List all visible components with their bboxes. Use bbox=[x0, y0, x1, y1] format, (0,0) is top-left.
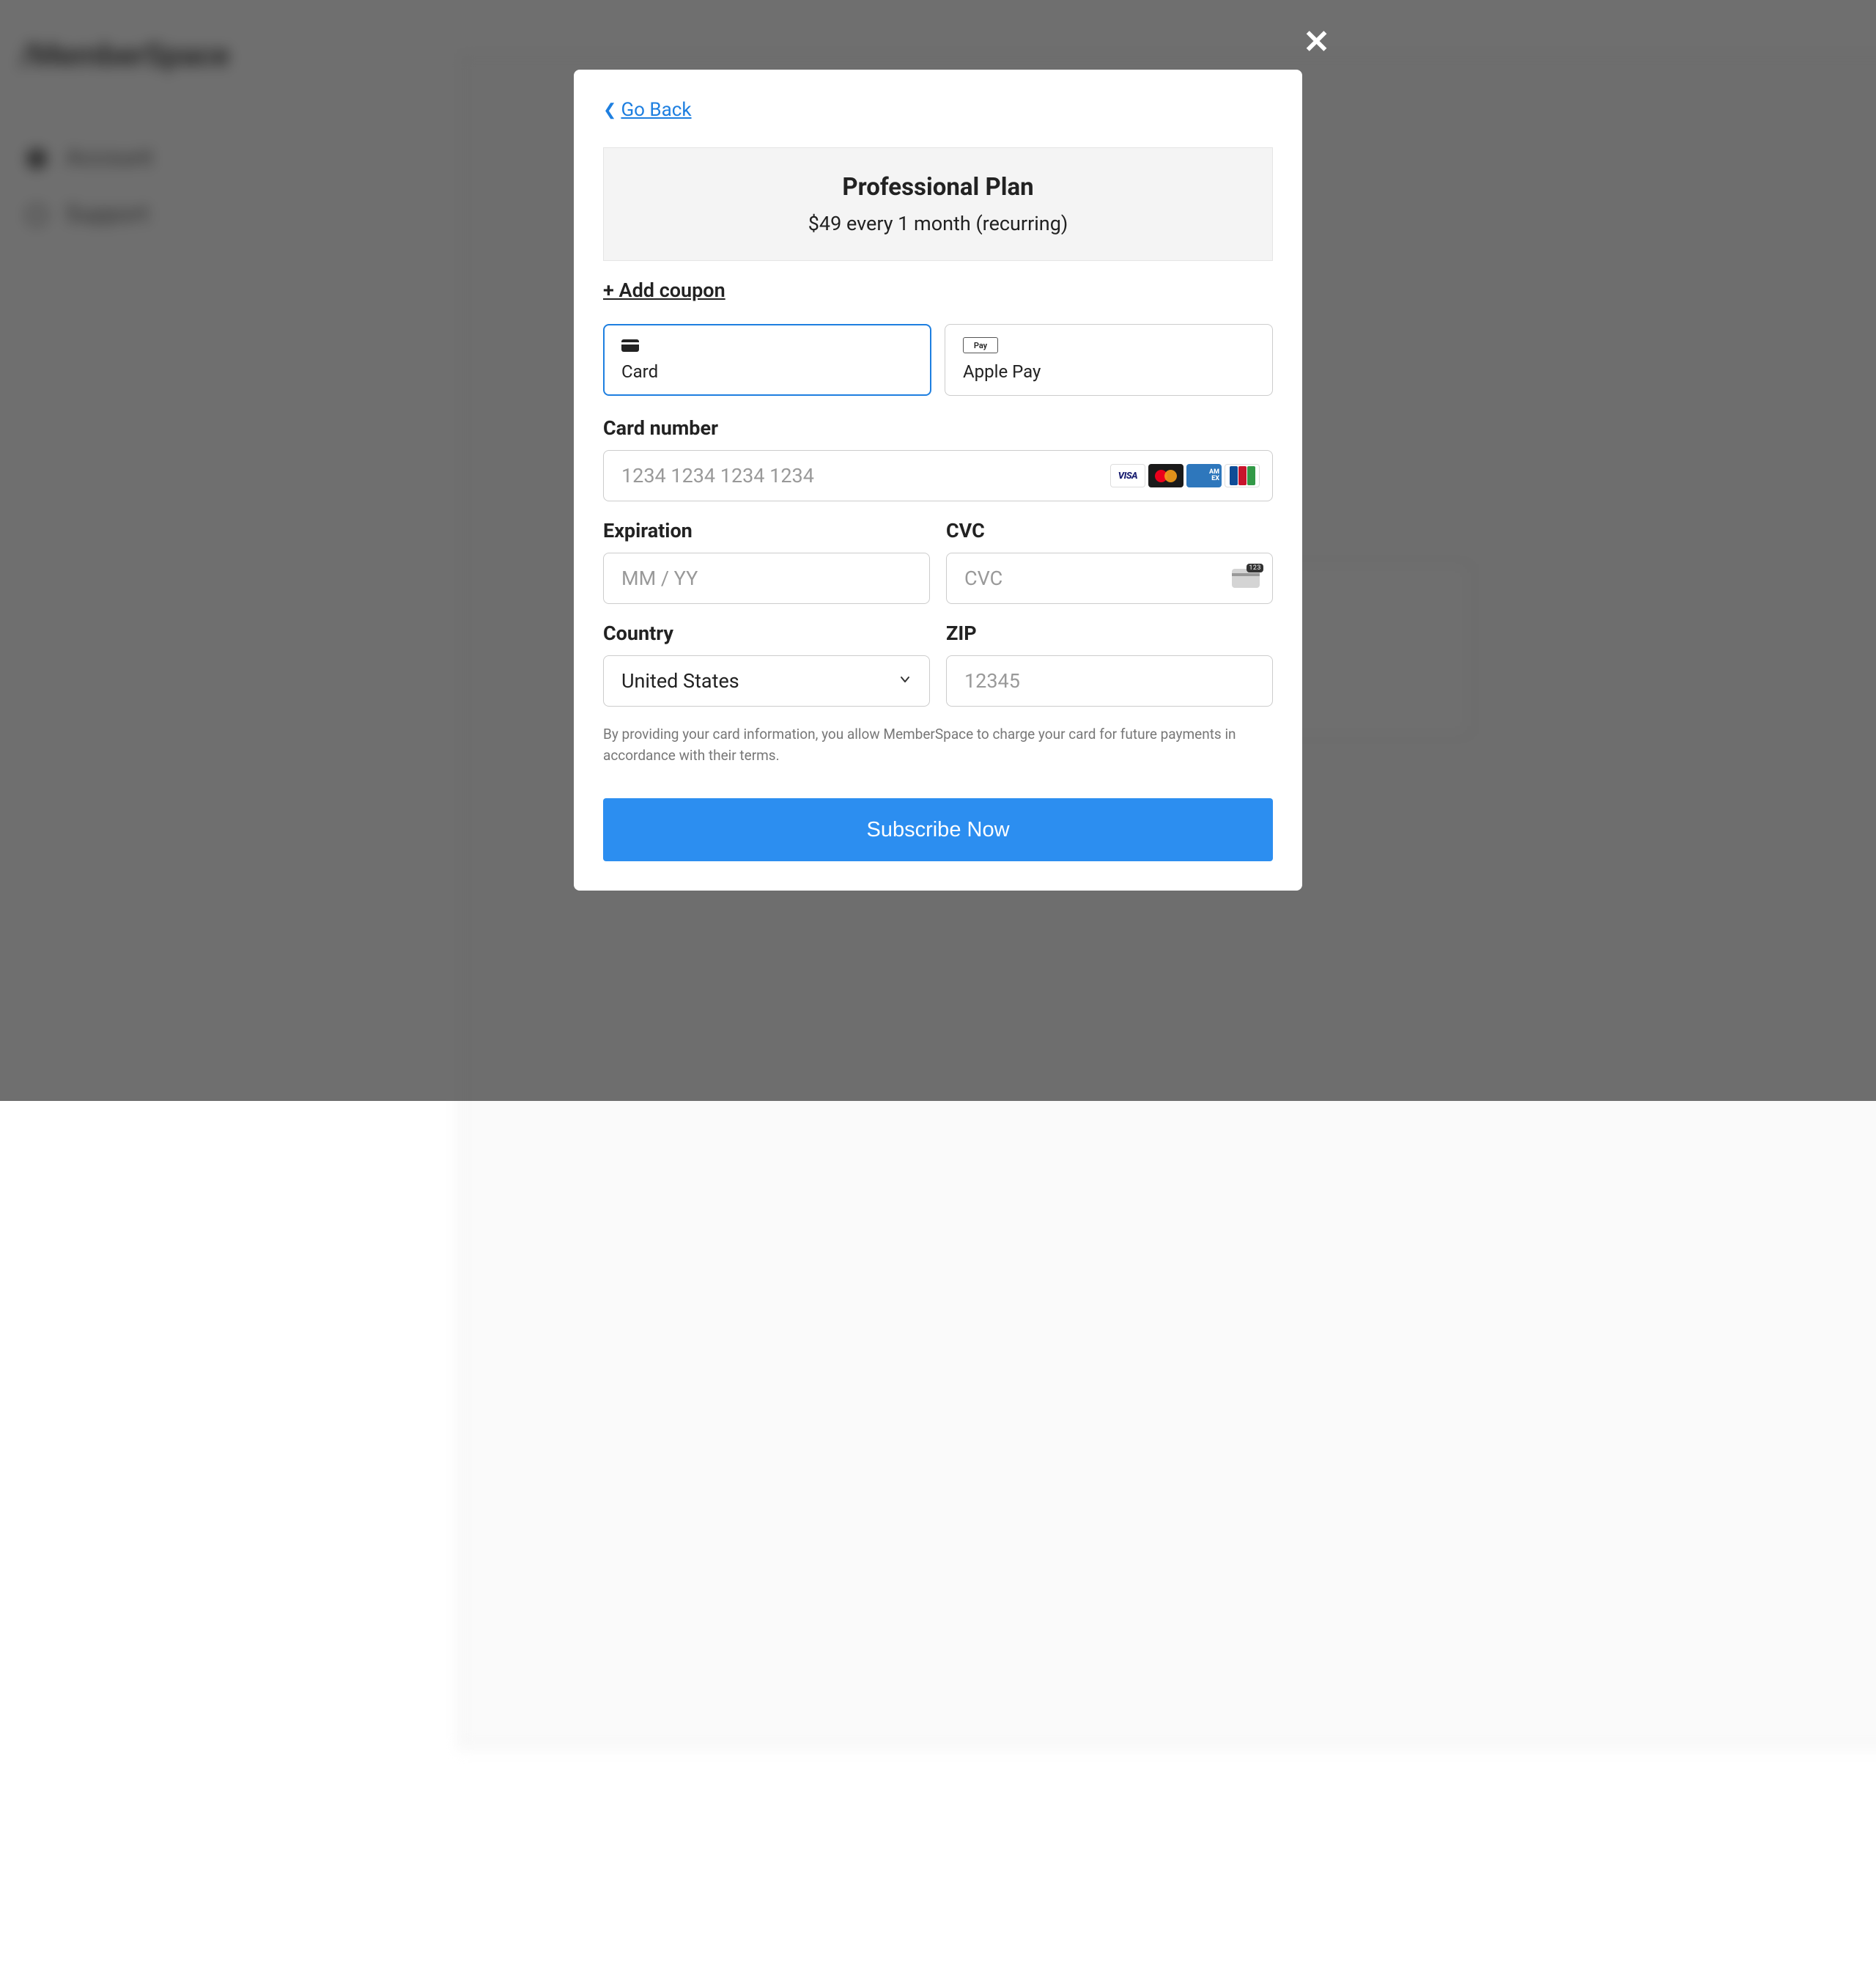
cvc-label: CVC bbox=[946, 519, 1273, 542]
jcb-icon bbox=[1225, 464, 1260, 487]
go-back-label: Go Back bbox=[621, 99, 691, 121]
payment-method-label: Card bbox=[621, 361, 913, 382]
visa-icon: VISA bbox=[1110, 464, 1145, 487]
payment-method-selector: Card Pay Apple Pay bbox=[603, 324, 1273, 396]
payment-method-applepay[interactable]: Pay Apple Pay bbox=[945, 324, 1273, 396]
plan-title: Professional Plan bbox=[618, 173, 1258, 202]
amex-icon: AM EX bbox=[1186, 464, 1222, 487]
payment-method-card[interactable]: Card bbox=[603, 324, 931, 396]
mastercard-icon bbox=[1148, 464, 1183, 487]
close-icon[interactable]: ✕ bbox=[1303, 26, 1330, 58]
cvc-input[interactable] bbox=[946, 553, 1273, 604]
chevron-left-icon: ❮ bbox=[603, 101, 616, 119]
disclaimer-text: By providing your card information, you … bbox=[603, 724, 1273, 766]
checkout-modal: ❮ Go Back Professional Plan $49 every 1 … bbox=[574, 70, 1302, 891]
card-icon bbox=[621, 338, 913, 353]
zip-label: ZIP bbox=[946, 622, 1273, 645]
add-coupon-link[interactable]: + Add coupon bbox=[603, 279, 725, 302]
country-label: Country bbox=[603, 622, 930, 645]
modal-overlay[interactable]: ✕ ❮ Go Back Professional Plan $49 every … bbox=[0, 0, 1876, 1101]
payment-method-label: Apple Pay bbox=[963, 361, 1255, 382]
card-brand-icons: VISA AM EX bbox=[1110, 464, 1260, 487]
card-number-label: Card number bbox=[603, 416, 1273, 440]
expiration-label: Expiration bbox=[603, 519, 930, 542]
go-back-link[interactable]: ❮ Go Back bbox=[603, 99, 692, 121]
expiration-input[interactable] bbox=[603, 553, 930, 604]
cvc-card-icon: 123 bbox=[1232, 569, 1260, 588]
country-select[interactable]: United States bbox=[603, 655, 930, 707]
plan-price: $49 every 1 month (recurring) bbox=[618, 212, 1258, 235]
zip-input[interactable] bbox=[946, 655, 1273, 707]
cvc-badge: 123 bbox=[1247, 564, 1263, 572]
subscribe-button[interactable]: Subscribe Now bbox=[603, 798, 1273, 861]
apple-pay-icon: Pay bbox=[963, 338, 1255, 353]
plan-summary: Professional Plan $49 every 1 month (rec… bbox=[603, 147, 1273, 261]
